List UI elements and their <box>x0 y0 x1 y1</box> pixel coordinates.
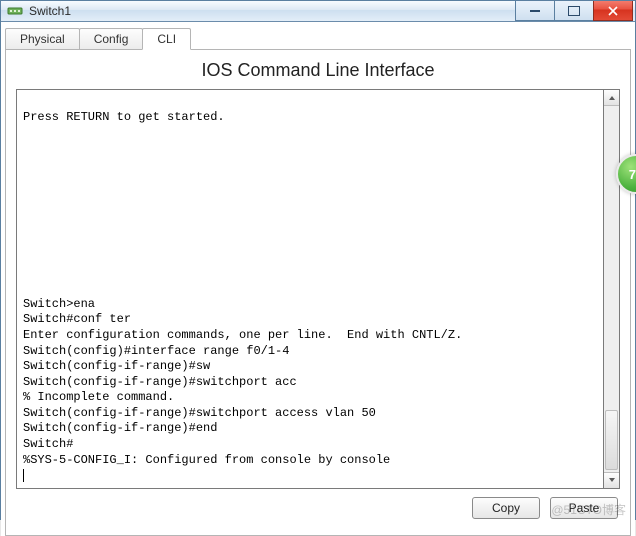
copy-button[interactable]: Copy <box>472 497 540 519</box>
scroll-up-button[interactable] <box>604 90 619 106</box>
tab-config[interactable]: Config <box>79 28 144 50</box>
client-area: Physical Config CLI IOS Command Line Int… <box>1 22 635 536</box>
titlebar[interactable]: Switch1 <box>1 1 635 22</box>
scroll-thumb[interactable] <box>605 410 618 470</box>
tab-cli[interactable]: CLI <box>142 28 191 50</box>
window-controls <box>516 1 633 21</box>
terminal-area: Press RETURN to get started. Switch>ena … <box>16 89 620 489</box>
switch-device-icon <box>7 3 23 19</box>
cli-heading: IOS Command Line Interface <box>16 60 620 81</box>
tab-physical[interactable]: Physical <box>5 28 80 50</box>
minimize-button[interactable] <box>515 1 555 21</box>
tab-strip: Physical Config CLI <box>5 26 631 50</box>
cli-terminal[interactable]: Press RETURN to get started. Switch>ena … <box>16 89 604 489</box>
close-button[interactable] <box>593 1 633 21</box>
scroll-track[interactable] <box>604 106 619 472</box>
paste-button[interactable]: Paste <box>550 497 618 519</box>
terminal-scrollbar[interactable] <box>604 89 620 489</box>
cli-caret <box>23 469 24 482</box>
device-window: Switch1 Physical Config CLI IOS Command … <box>0 0 636 520</box>
maximize-button[interactable] <box>554 1 594 21</box>
window-title: Switch1 <box>29 4 71 18</box>
cli-button-row: Copy Paste <box>16 489 620 525</box>
tab-content-cli: IOS Command Line Interface Press RETURN … <box>5 50 631 536</box>
scroll-down-button[interactable] <box>604 472 619 488</box>
